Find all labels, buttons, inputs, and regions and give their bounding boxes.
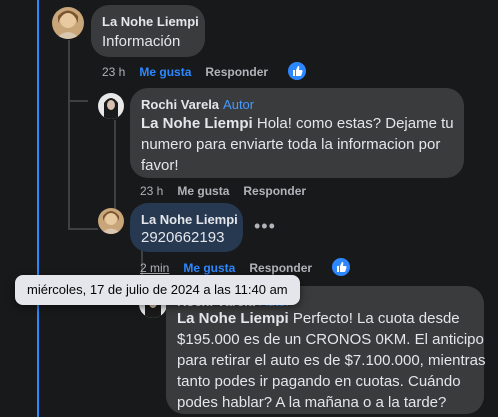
comment-author[interactable]: Rochi Varela	[141, 97, 219, 112]
reply-button[interactable]: Responder	[243, 184, 306, 198]
mention-link[interactable]: La Nohe Liempi	[141, 115, 253, 132]
comment-text: La Nohe Liempi Perfecto! La cuota desde …	[177, 310, 486, 411]
like-reaction-icon[interactable]	[286, 60, 308, 82]
avatar[interactable]	[52, 7, 84, 39]
thread-line	[114, 120, 116, 220]
comment-bubble: La Nohe Liempi Información	[91, 5, 205, 57]
reply-button[interactable]: Responder	[249, 261, 312, 275]
comment-actions: 23 h Me gusta Responder	[102, 65, 282, 79]
reply-button[interactable]: Responder	[205, 65, 268, 79]
comment-actions: 23 h Me gusta Responder	[140, 184, 320, 198]
like-button[interactable]: Me gusta	[139, 65, 191, 79]
comment-time[interactable]: 2 min	[140, 261, 169, 275]
thread-branch	[68, 228, 98, 230]
comment-author[interactable]: La Nohe Liempi	[102, 14, 199, 29]
comment-bubble: La Nohe Liempi 2920662193	[130, 203, 243, 252]
comment-text: La Nohe Liempi Hola! como estas? Dejame …	[141, 115, 454, 174]
selected-thread-line	[37, 0, 39, 417]
timestamp-tooltip: miércoles, 17 de julio de 2024 a las 11:…	[15, 275, 300, 305]
thread-branch	[68, 100, 88, 102]
thread-line	[68, 40, 70, 230]
more-options-icon[interactable]: •••	[254, 216, 276, 237]
comment-text: 2920662193	[141, 229, 225, 246]
comment-bubble: Rochi VarelaAutor La Nohe Liempi Perfect…	[166, 286, 486, 414]
comment-time[interactable]: 23 h	[102, 65, 125, 79]
like-reaction-icon[interactable]	[330, 256, 352, 278]
mention-link[interactable]: La Nohe Liempi	[177, 310, 289, 327]
comment-bubble: Rochi Varela Autor La Nohe Liempi Hola! c…	[130, 88, 464, 178]
like-button[interactable]: Me gusta	[177, 184, 229, 198]
like-button[interactable]: Me gusta	[183, 261, 235, 275]
comment-time[interactable]: 23 h	[140, 184, 163, 198]
comment-actions: 2 min Me gusta Responder	[140, 261, 326, 275]
comment-author[interactable]: La Nohe Liempi	[141, 212, 238, 227]
author-badge: Autor	[223, 97, 255, 112]
comment-header: Rochi Varela Autor	[141, 96, 254, 114]
avatar[interactable]	[98, 208, 124, 234]
avatar[interactable]	[98, 93, 124, 119]
comment-text: Información	[102, 33, 181, 50]
